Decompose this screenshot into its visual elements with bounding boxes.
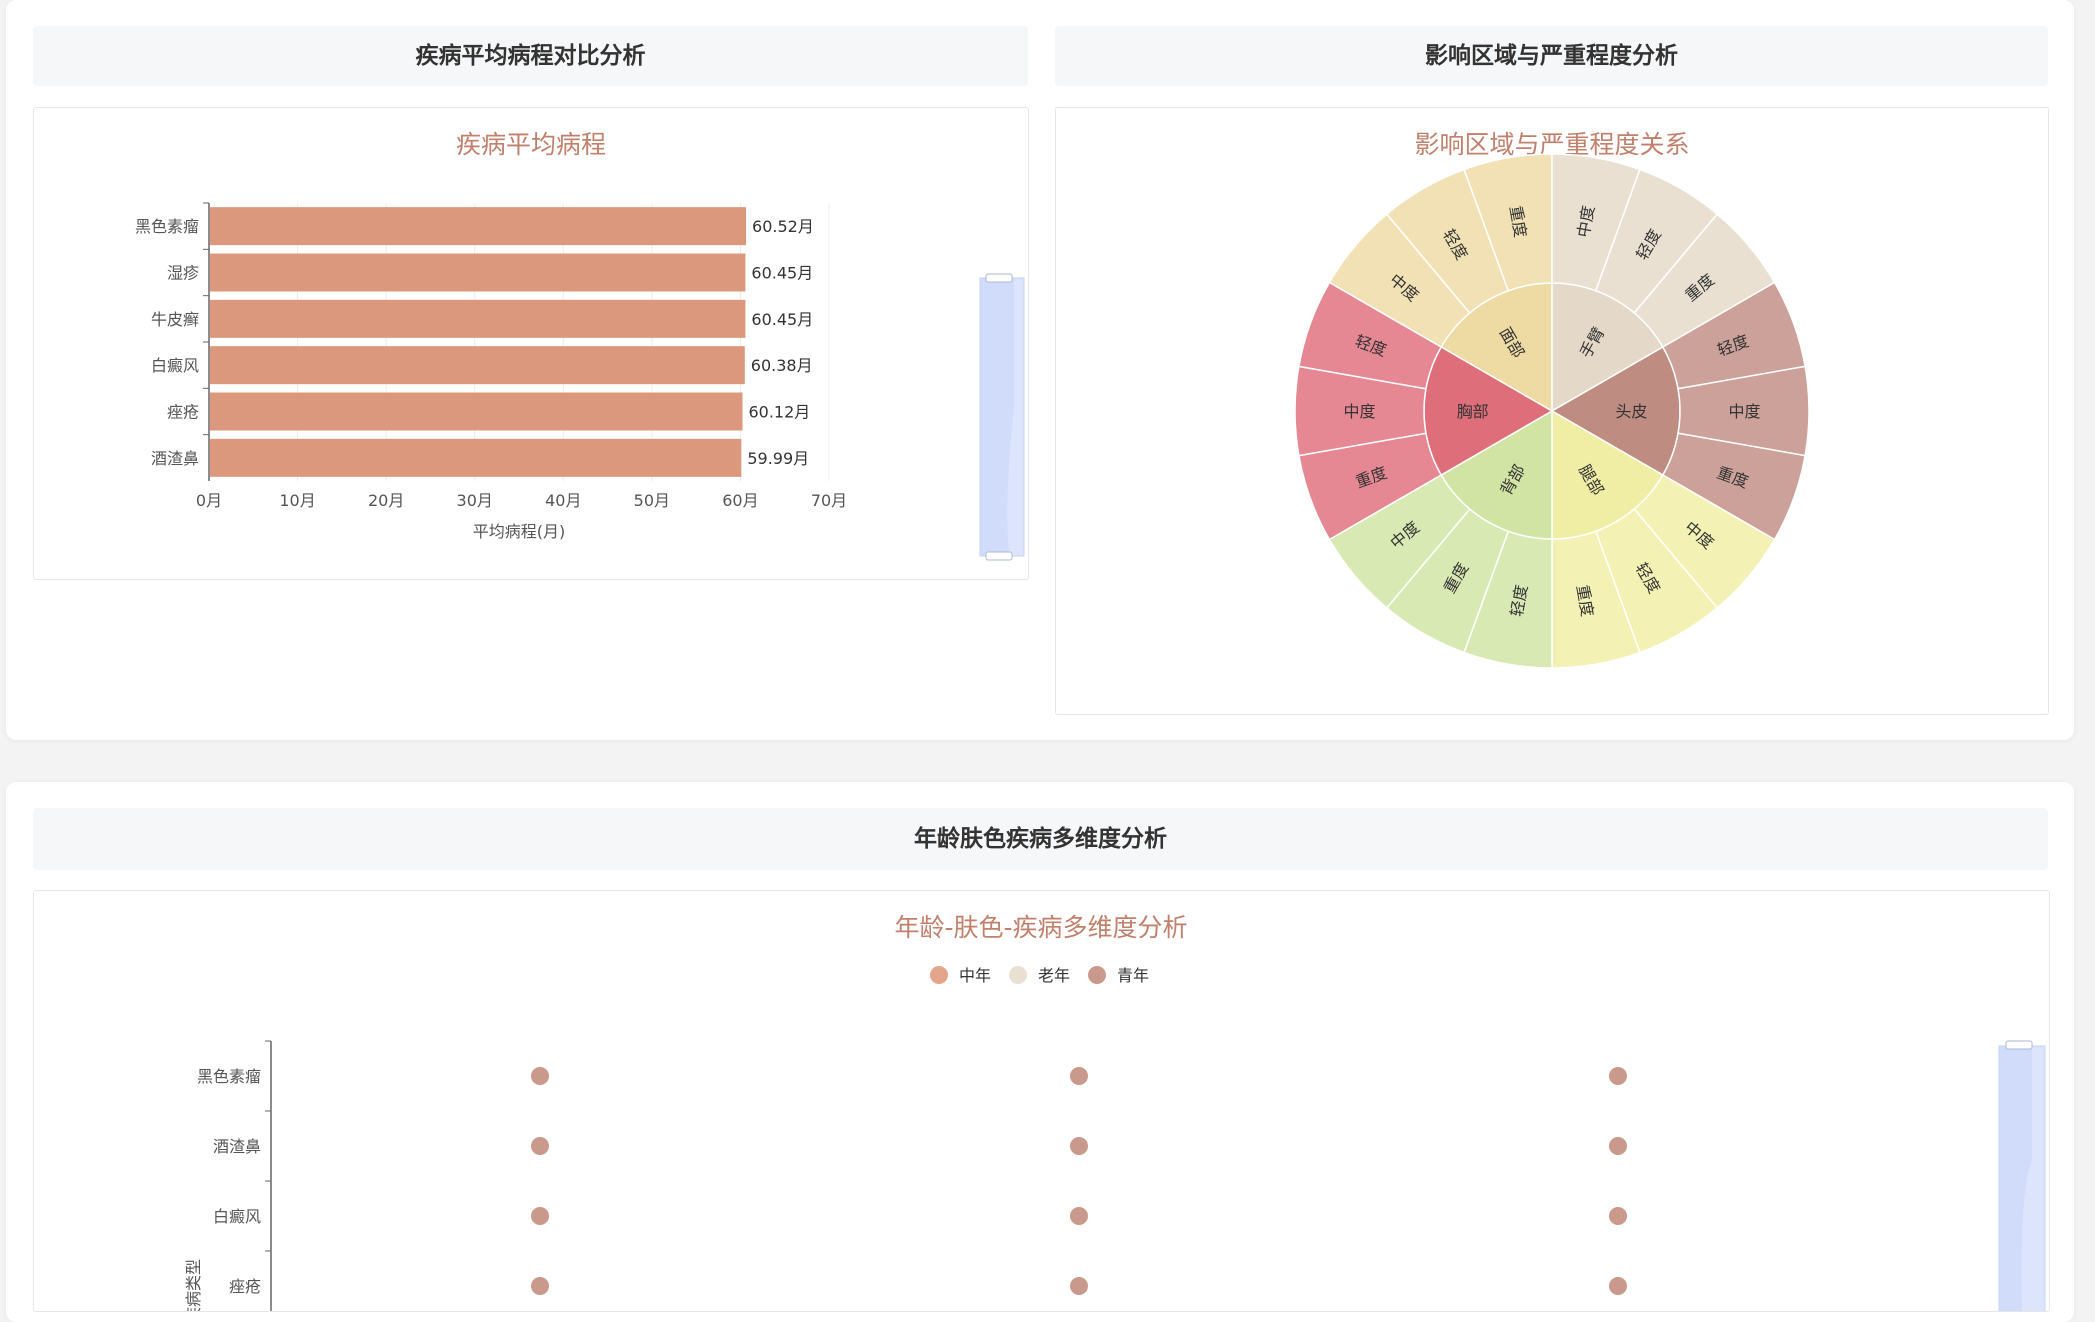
scatter-section-header: 年龄肤色疾病多维度分析 (33, 808, 2048, 870)
y-tick-label: 酒渣鼻 (151, 449, 199, 468)
scatter-point (531, 1137, 549, 1155)
x-tick-label: 10月 (279, 491, 315, 510)
scatter-point (1070, 1137, 1088, 1155)
bar-value-label: 60.52月 (752, 217, 814, 236)
scatter-point (1609, 1277, 1627, 1295)
y-tick-label: 白癜风 (213, 1207, 261, 1226)
bar (210, 299, 746, 338)
sunburst-inner-label: 胸部 (1457, 402, 1489, 421)
bar-chart-panel: 疾病平均病程 0月 10月 20月 30月 40月 50月 60月 70月 黑色素瘤 60.52月湿… (33, 107, 1029, 580)
x-tick-label: 0月 (196, 491, 222, 510)
bar (210, 253, 746, 292)
sunburst-chart: 影响区域与严重程度关系面部中度轻度重度手臂中度轻度重度头皮轻度中度重度腿部中度轻… (1294, 130, 1810, 669)
x-tick-label: 40月 (545, 491, 581, 510)
scatter-point (531, 1067, 549, 1085)
legend-label: 中年 (959, 966, 991, 985)
y-tick-label: 酒渣鼻 (213, 1137, 261, 1156)
legend-label: 老年 (1038, 966, 1070, 985)
scatter-chart-panel: 年龄-肤色-疾病多维度分析中年 老年 青年黑色素瘤酒渣鼻白癜风痤疮 疾病类型 (33, 890, 2050, 1312)
y-axis-label: 疾病类型 (184, 1259, 203, 1311)
x-tick-label: 20月 (368, 491, 404, 510)
scatter-section-title: 年龄肤色疾病多维度分析 (914, 826, 1167, 852)
y-tick-label: 湿疹 (167, 264, 199, 283)
bar-section-title: 疾病平均病程对比分析 (415, 43, 646, 69)
legend-marker (1009, 966, 1027, 984)
bar (210, 392, 743, 431)
scatter-point (1609, 1137, 1627, 1155)
scatter-point (1609, 1207, 1627, 1225)
scatter-point (1609, 1067, 1627, 1085)
bar-section-header: 疾病平均病程对比分析 (33, 26, 1028, 86)
zoom-slider-handle-top (2005, 1040, 2033, 1050)
x-tick-label: 60月 (722, 491, 758, 510)
sunburst-section-title: 影响区域与严重程度分析 (1425, 43, 1678, 69)
y-tick-label: 白癜风 (151, 356, 199, 375)
legend-marker (1088, 966, 1106, 984)
bar-value-label: 60.12月 (748, 403, 810, 422)
y-tick-label: 牛皮癣 (151, 310, 199, 329)
scatter-point (1070, 1067, 1088, 1085)
bar-chart-title: 疾病平均病程 (456, 130, 606, 159)
bar (210, 207, 747, 246)
bar (210, 438, 742, 477)
sunburst-outer-label: 中度 (1728, 402, 1760, 421)
y-tick-label: 黑色素瘤 (197, 1067, 261, 1086)
legend-label: 青年 (1117, 966, 1149, 985)
sunburst-chart-panel: 影响区域与严重程度关系 面部 中度 轻度 重度 手臂 中度 轻度 重度 头皮 轻度 中度 重度 腿部 中度轻… (1055, 107, 2049, 715)
zoom-slider-handle-bottom (985, 551, 1013, 561)
bar-value-label: 59.99月 (747, 449, 809, 468)
scatter-point (531, 1207, 549, 1225)
y-tick-label: 痤疮 (229, 1277, 261, 1296)
scatter-point (531, 1277, 549, 1295)
sunburst-inner-label: 头皮 (1615, 402, 1647, 421)
bar-chart: 疾病平均病程 0月 10月 20月 30月 40月 50月 60月 70月 黑色素瘤 60.52月湿… (135, 130, 1025, 561)
x-tick-label: 30月 (457, 491, 493, 510)
x-axis-label: 平均病程(月) (473, 522, 566, 541)
sunburst-outer-label: 中度 (1343, 402, 1375, 421)
zoom-slider-handle-top (985, 273, 1013, 283)
y-tick-label: 黑色素瘤 (135, 217, 199, 236)
bar-value-label: 60.38月 (751, 356, 813, 375)
scatter-point (1070, 1207, 1088, 1225)
scatter-point (1070, 1277, 1088, 1295)
sunburst-section-header: 影响区域与严重程度分析 (1055, 26, 2048, 86)
y-tick-label: 痤疮 (167, 403, 199, 422)
legend-marker (930, 966, 948, 984)
scatter-chart: 年龄-肤色-疾病多维度分析中年 老年 青年黑色素瘤酒渣鼻白癜风痤疮 疾病类型 (184, 913, 2046, 1311)
bar (210, 346, 745, 385)
x-tick-label: 50月 (634, 491, 670, 510)
x-tick-label: 70月 (811, 491, 847, 510)
bar-value-label: 60.45月 (751, 264, 813, 283)
bar-value-label: 60.45月 (751, 310, 813, 329)
scatter-title: 年龄-肤色-疾病多维度分析 (894, 913, 1187, 942)
